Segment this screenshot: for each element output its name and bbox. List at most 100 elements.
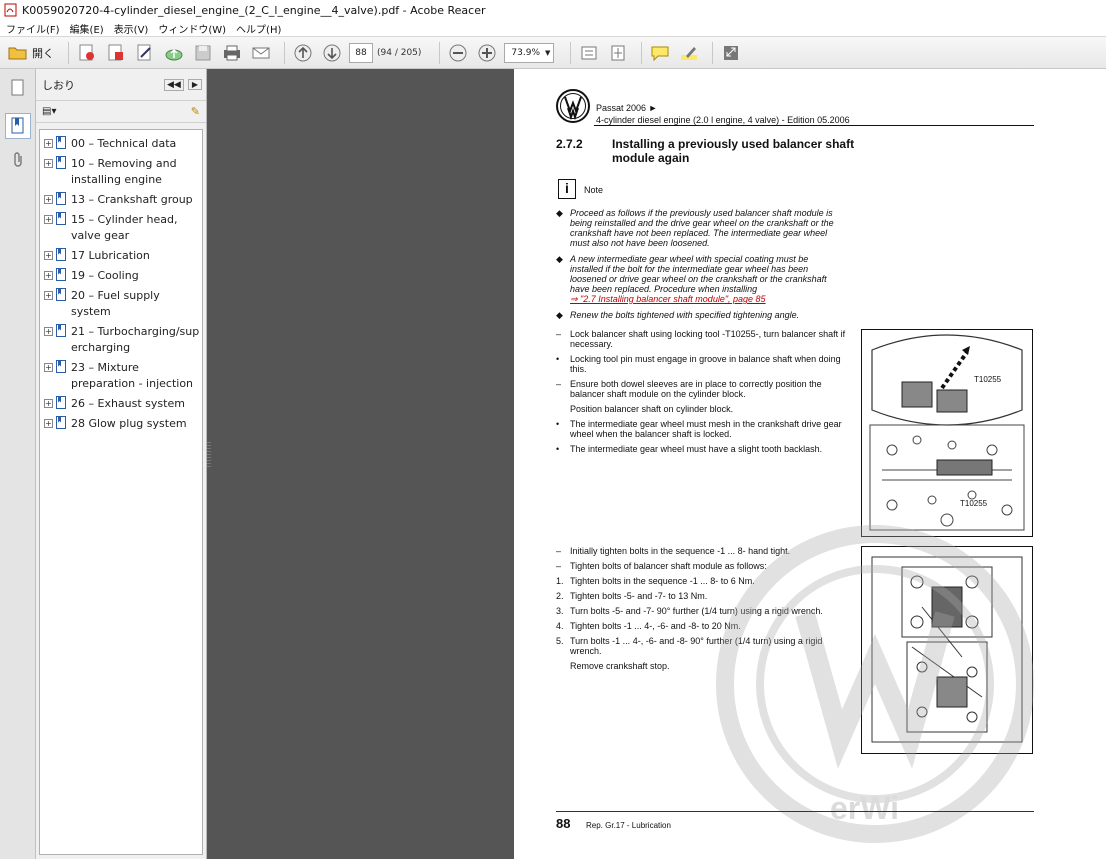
note-item: ◆ Proceed as follows if the previously us… bbox=[556, 208, 841, 248]
menu-edit[interactable]: 編集(E) bbox=[70, 21, 104, 36]
menu-window[interactable]: ウィンドウ(W) bbox=[158, 21, 226, 36]
print-icon[interactable] bbox=[220, 41, 244, 65]
bookmark-item[interactable]: +26 – Exhaust system bbox=[40, 394, 202, 414]
menu-view[interactable]: 表示(V) bbox=[114, 21, 149, 36]
bookmark-item[interactable]: +20 – Fuel supply system bbox=[40, 286, 202, 322]
bookmark-item[interactable]: +19 – Cooling bbox=[40, 266, 202, 286]
bookmark-item[interactable]: +15 – Cylinder head, valve gear bbox=[40, 210, 202, 246]
bookmark-label: 00 – Technical data bbox=[71, 137, 177, 150]
email-icon[interactable] bbox=[249, 41, 273, 65]
procedure-step: Position balancer shaft on cylinder bloc… bbox=[570, 404, 734, 414]
edit-form-icon[interactable] bbox=[133, 41, 157, 65]
cross-reference-link[interactable]: ⇒ "2.7 Installing balancer shaft module"… bbox=[570, 294, 766, 304]
scroll-mode-icon[interactable] bbox=[577, 41, 601, 65]
bookmark-item[interactable]: +23 – Mixture preparation - injection bbox=[40, 358, 202, 394]
menu-bar: ファイル(F) 編集(E) 表示(V) ウィンドウ(W) ヘルプ(H) bbox=[0, 20, 1106, 36]
bookmark-label: 26 – Exhaust system bbox=[71, 397, 185, 410]
bookmark-tree: +00 – Technical data +10 – Removing and … bbox=[39, 129, 203, 855]
procedure-step: • The intermediate gear wheel must mesh i… bbox=[556, 419, 842, 439]
toolbar-separator bbox=[439, 41, 441, 64]
expand-icon[interactable]: + bbox=[44, 419, 53, 428]
procedure-step: • Locking tool pin must engage in groove … bbox=[556, 354, 841, 374]
note-item: ◆ A new intermediate gear wheel with spec… bbox=[556, 254, 827, 304]
comment-icon[interactable] bbox=[648, 41, 672, 65]
section-title: Installing a previously used balancer sh… bbox=[612, 137, 855, 165]
note-item: ◆ Renew the bolts tightened with specifie… bbox=[556, 310, 800, 320]
expand-icon[interactable]: + bbox=[44, 215, 53, 224]
bookmarks-panel-icon[interactable] bbox=[5, 113, 31, 139]
fit-page-icon[interactable] bbox=[606, 41, 630, 65]
fig1-tool-label-upper: T10255 bbox=[974, 375, 1002, 384]
previous-page-icon[interactable] bbox=[291, 41, 315, 65]
menu-file[interactable]: ファイル(F) bbox=[6, 21, 60, 36]
fig1-tool-label-lower: T10255 bbox=[960, 499, 988, 508]
create-pdf-icon[interactable] bbox=[75, 41, 99, 65]
expand-icon[interactable]: + bbox=[44, 363, 53, 372]
panel-splitter-handle[interactable] bbox=[207, 440, 212, 470]
pages-panel-icon[interactable] bbox=[5, 75, 31, 101]
toolbar: 開く 88 (94 / 205) 73.9% ▼ bbox=[0, 36, 1106, 69]
note-text: A new intermediate gear wheel with speci… bbox=[570, 254, 827, 294]
title-bar: K0059020720-4-cylinder_diesel_engine_(2_… bbox=[0, 0, 1106, 20]
bookmark-icon bbox=[56, 136, 66, 149]
document-background bbox=[207, 69, 514, 859]
bookmark-label: 17 Lubrication bbox=[71, 249, 150, 262]
collapse-panel-icon[interactable]: ◀◀ bbox=[164, 78, 184, 91]
page-count: (94 / 205) bbox=[377, 47, 422, 58]
find-bookmark-icon[interactable]: ✎ bbox=[191, 105, 200, 118]
bookmarks-panel: しおり ◀◀ ▶ ▤▾ ✎ +00 – Technical data +10 –… bbox=[36, 69, 207, 859]
expand-icon[interactable] bbox=[719, 41, 743, 65]
zoom-out-icon[interactable] bbox=[446, 41, 470, 65]
bookmark-label: 13 – Crankshaft group bbox=[71, 193, 193, 206]
attachment-icon[interactable] bbox=[5, 147, 31, 173]
expand-icon[interactable]: + bbox=[44, 327, 53, 336]
footer-rule bbox=[556, 811, 1034, 812]
bookmark-label: 28 Glow plug system bbox=[71, 417, 187, 430]
options-menu-icon[interactable]: ▤▾ bbox=[42, 106, 56, 117]
bookmarks-header: しおり ◀◀ ▶ bbox=[36, 69, 206, 101]
expand-icon[interactable]: + bbox=[44, 291, 53, 300]
zoom-select[interactable]: 73.9% ▼ bbox=[504, 42, 555, 63]
next-page-icon[interactable] bbox=[320, 41, 344, 65]
menu-help[interactable]: ヘルプ(H) bbox=[236, 21, 281, 36]
bookmark-icon bbox=[56, 360, 66, 373]
procedure-step: – Lock balancer shaft using locking tool … bbox=[556, 329, 846, 349]
page-number: 88 bbox=[556, 816, 571, 831]
expand-icon[interactable]: + bbox=[44, 271, 53, 280]
bookmark-item[interactable]: +00 – Technical data bbox=[40, 134, 202, 154]
bookmark-item[interactable]: +10 – Removing and installing engine bbox=[40, 154, 202, 190]
bookmark-item[interactable]: +13 – Crankshaft group bbox=[40, 190, 202, 210]
toolbar-separator bbox=[570, 41, 572, 64]
page-number-input[interactable]: 88 bbox=[349, 42, 373, 63]
toolbar-separator bbox=[712, 41, 714, 64]
procedure-steps: – Lock balancer shaft using locking tool … bbox=[556, 329, 846, 459]
expand-icon[interactable]: + bbox=[44, 399, 53, 408]
open-folder-icon[interactable] bbox=[6, 41, 30, 65]
expand-icon[interactable]: + bbox=[44, 159, 53, 168]
highlight-icon[interactable] bbox=[677, 41, 701, 65]
bookmark-item[interactable]: +21 – Turbocharging/supercharging bbox=[40, 322, 202, 358]
expand-icon[interactable]: + bbox=[44, 195, 53, 204]
procedure-step: – Ensure both dowel sleeves are in place … bbox=[556, 379, 822, 399]
pdf-icon bbox=[4, 3, 17, 17]
watermark-logo: erWi bbox=[716, 525, 1034, 843]
expand-icon[interactable]: + bbox=[44, 139, 53, 148]
bookmark-item[interactable]: +17 Lubrication bbox=[40, 246, 202, 266]
save-icon[interactable] bbox=[191, 41, 215, 65]
bookmark-label: 19 – Cooling bbox=[71, 269, 139, 282]
bookmark-item[interactable]: +28 Glow plug system bbox=[40, 414, 202, 434]
chevron-down-icon[interactable]: ▼ bbox=[545, 49, 550, 57]
upload-cloud-icon[interactable] bbox=[162, 41, 186, 65]
procedure-step: • The intermediate gear wheel must have a… bbox=[556, 444, 823, 454]
section-number: 2.7.2 bbox=[556, 137, 583, 151]
open-button[interactable]: 開く bbox=[32, 45, 54, 61]
vw-logo-icon bbox=[556, 89, 590, 123]
zoom-in-icon[interactable] bbox=[475, 41, 499, 65]
combine-pdf-icon[interactable] bbox=[104, 41, 128, 65]
zoom-value: 73.9% bbox=[511, 47, 541, 58]
bookmark-icon bbox=[56, 248, 66, 261]
bookmark-icon bbox=[56, 324, 66, 337]
expand-icon[interactable]: + bbox=[44, 251, 53, 260]
bookmark-icon bbox=[56, 416, 66, 429]
close-panel-icon[interactable]: ▶ bbox=[187, 79, 202, 90]
